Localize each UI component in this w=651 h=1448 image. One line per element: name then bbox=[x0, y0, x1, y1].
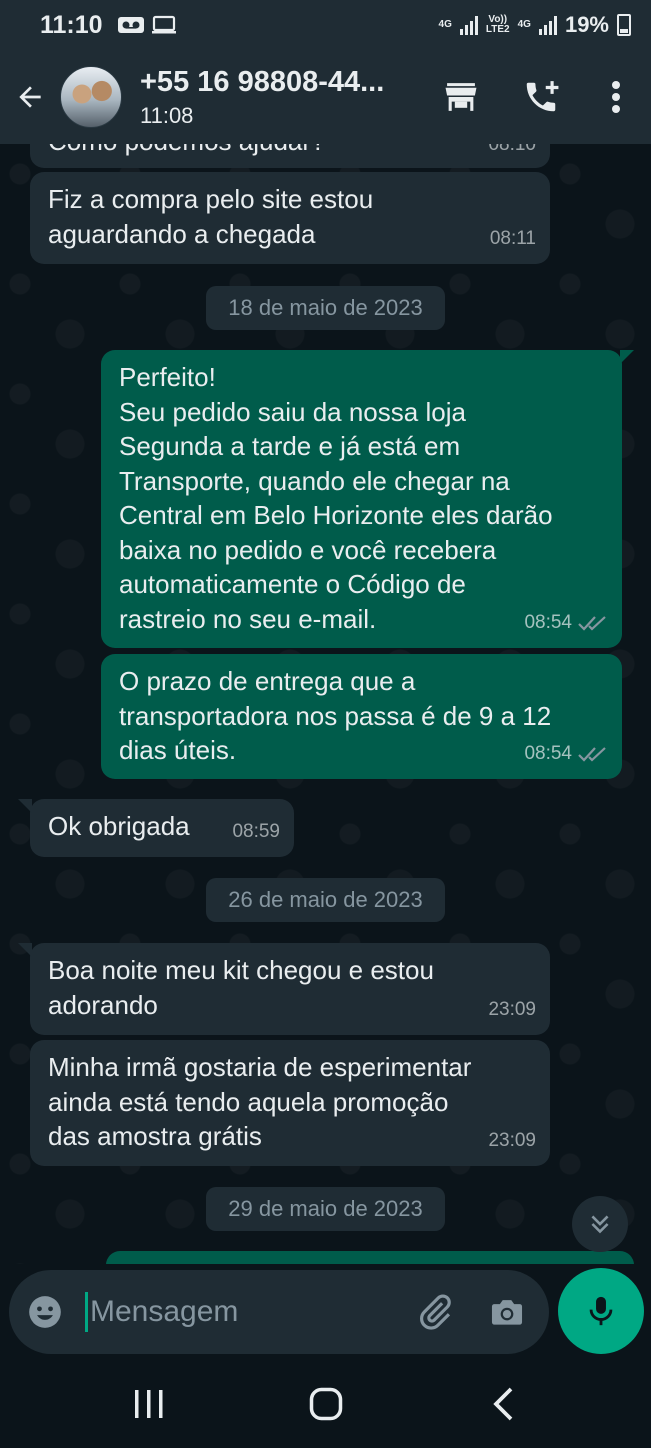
message-text: Minha irmã gostaria de esperimentar aind… bbox=[48, 1052, 472, 1151]
message-input[interactable]: Mensagem bbox=[90, 1295, 238, 1329]
back-chevron-icon bbox=[492, 1387, 512, 1421]
add-call-button[interactable] bbox=[501, 50, 581, 144]
camera-button[interactable] bbox=[471, 1270, 543, 1354]
message-text: Fiz a compra pelo site estou aguardando … bbox=[48, 184, 374, 249]
composer: Mensagem bbox=[0, 1264, 651, 1360]
date-separator: 26 de maio de 2023 bbox=[206, 878, 445, 922]
message-time: 23:09 bbox=[488, 998, 536, 1020]
chat-header: +55 16 98808-44... 11:08 bbox=[0, 50, 651, 144]
message-bubble[interactable]: Perfeito! Seu pedido saiu da nossa loja … bbox=[101, 350, 634, 648]
home-button[interactable] bbox=[276, 1369, 376, 1439]
phone-plus-icon bbox=[526, 81, 559, 112]
signal-icon bbox=[538, 15, 557, 35]
message-time: 08:59 bbox=[232, 820, 280, 842]
double-chevron-down-icon bbox=[591, 1215, 609, 1234]
message-bubble[interactable]: O prazo de entrega que a transportadora … bbox=[101, 654, 622, 779]
message-text: Como podemos ajudar? bbox=[48, 144, 532, 159]
message-bubble[interactable]: Fiz a compra pelo site estou aguardando … bbox=[30, 172, 550, 264]
voicemail-icon bbox=[117, 17, 144, 33]
status-time: 11:10 bbox=[40, 10, 103, 39]
date-separator: 29 de maio de 2023 bbox=[206, 1187, 445, 1231]
battery-icon bbox=[617, 14, 631, 36]
message-time: 08:54 bbox=[524, 611, 572, 633]
recent-apps-button[interactable] bbox=[99, 1369, 199, 1439]
arrow-left-icon bbox=[19, 86, 41, 108]
signal-icon bbox=[459, 15, 478, 35]
status-bar: 11:10 4G Vo)) LTE2 4G 19% bbox=[0, 0, 651, 50]
home-icon bbox=[309, 1387, 342, 1421]
last-seen: 11:08 bbox=[140, 102, 194, 128]
contact-name: +55 16 98808-44... bbox=[140, 65, 385, 98]
message-input-container[interactable]: Mensagem bbox=[9, 1270, 549, 1354]
message-time: 08:54 bbox=[524, 742, 572, 764]
desktop-icon bbox=[151, 15, 176, 34]
catalog-button[interactable] bbox=[421, 50, 501, 144]
attach-button[interactable] bbox=[399, 1270, 471, 1354]
emoji-icon bbox=[29, 1296, 61, 1328]
avatar[interactable] bbox=[60, 66, 122, 128]
lte2-label: LTE2 bbox=[485, 24, 510, 35]
message-text: Boa noite meu kit chegou e estou adorand… bbox=[48, 955, 434, 1020]
camera-icon bbox=[491, 1300, 523, 1325]
message-time: 08:10 bbox=[488, 144, 536, 155]
paperclip-icon bbox=[420, 1294, 451, 1330]
contact-info[interactable]: +55 16 98808-44... 11:08 bbox=[140, 66, 420, 129]
back-button[interactable] bbox=[0, 50, 60, 144]
message-text: Perfeito! Seu pedido saiu da nossa loja … bbox=[119, 362, 553, 634]
double-check-icon bbox=[578, 615, 606, 631]
message-bubble[interactable]: Boa noite meu kit chegou e estou adorand… bbox=[18, 943, 550, 1035]
sim2-label: 4G bbox=[517, 19, 531, 30]
text-caret bbox=[85, 1292, 88, 1332]
double-check-icon bbox=[578, 746, 606, 762]
microphone-icon bbox=[589, 1296, 613, 1326]
recent-apps-icon bbox=[134, 1390, 162, 1418]
date-separator: 18 de maio de 2023 bbox=[206, 286, 445, 330]
battery-percent: 19% bbox=[564, 12, 609, 37]
chat-area[interactable]: Como podemos ajudar? 08:10 Fiz a compra … bbox=[0, 144, 651, 1264]
mic-button[interactable] bbox=[558, 1268, 644, 1354]
emoji-button[interactable] bbox=[9, 1270, 81, 1354]
scroll-down-button[interactable] bbox=[572, 1196, 628, 1252]
storefront-icon bbox=[445, 83, 477, 111]
message-time: 23:09 bbox=[488, 1129, 536, 1151]
more-vertical-icon bbox=[612, 81, 620, 113]
sim1-label: 4G bbox=[438, 19, 452, 30]
menu-button[interactable] bbox=[581, 50, 651, 144]
message-time: 08:11 bbox=[489, 227, 536, 249]
message-bubble[interactable]: Ok obrigada 08:59 bbox=[18, 799, 294, 857]
message-bubble[interactable]: Minha irmã gostaria de esperimentar aind… bbox=[30, 1040, 550, 1166]
back-nav-button[interactable] bbox=[453, 1369, 553, 1439]
navigation-bar bbox=[0, 1360, 651, 1448]
message-bubble[interactable] bbox=[106, 1251, 634, 1264]
message-bubble[interactable]: Como podemos ajudar? 08:10 bbox=[30, 144, 550, 168]
